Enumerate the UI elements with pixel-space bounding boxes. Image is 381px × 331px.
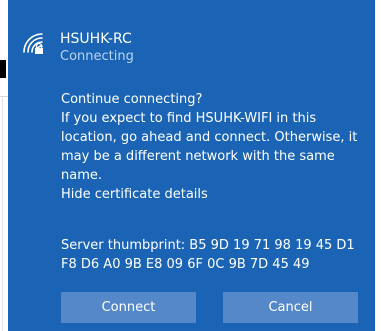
continue-explanation: If you expect to find HSUHK-WIFI in this… [61,111,358,183]
network-header[interactable]: HSUHK-RC Connecting [20,30,134,66]
wifi-secured-icon [23,33,43,54]
connection-message: Continue connecting? If you expect to fi… [61,90,366,204]
network-status: Connecting [60,49,134,64]
server-thumbprint: Server thumbprint: B5 9D 19 71 98 19 45 … [61,238,355,272]
screen: HSUHK-RC Connecting Continue connecting?… [0,0,381,331]
cancel-button[interactable]: Cancel [223,292,358,323]
network-text: HSUHK-RC Connecting [60,30,134,66]
connect-button[interactable]: Connect [61,292,196,323]
network-name: HSUHK-RC [60,31,132,47]
hide-certificate-details-link[interactable]: Hide certificate details [61,185,366,204]
background-window-border [2,96,3,331]
wifi-connection-flyout: HSUHK-RC Connecting Continue connecting?… [8,0,375,331]
background-window-edge [0,60,6,78]
continue-question: Continue connecting? [61,92,203,107]
